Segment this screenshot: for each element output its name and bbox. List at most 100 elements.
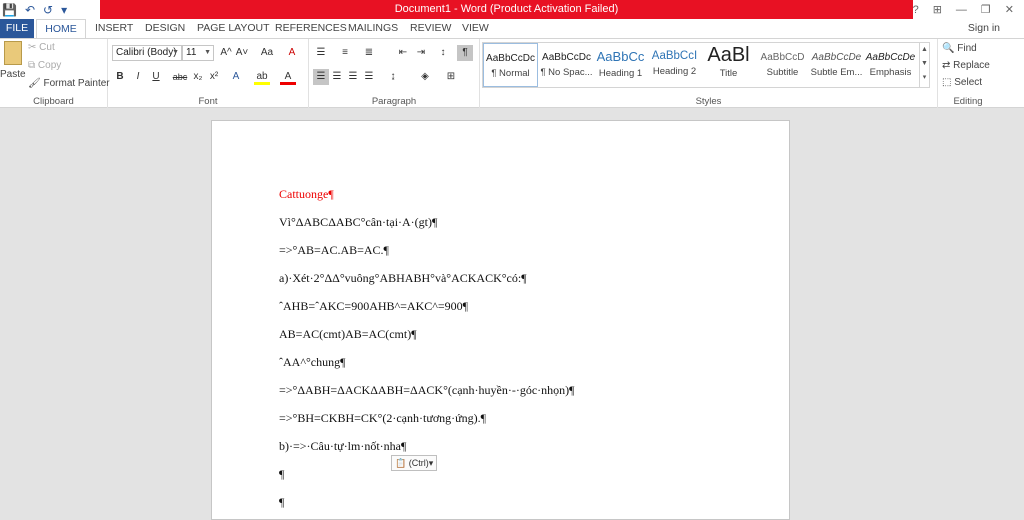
clipboard-icon: 📋 [395, 458, 407, 468]
paste-icon[interactable] [4, 41, 22, 65]
copy-button[interactable]: ⧉ Copy [28, 60, 61, 71]
minimize-button[interactable]: — [956, 4, 967, 16]
borders-icon[interactable]: ⊞ [443, 69, 459, 85]
style-normal[interactable]: AaBbCcDc ¶ Normal [483, 43, 538, 87]
style-subtle-emphasis[interactable]: AaBbCcDe Subtle Em... [809, 43, 864, 87]
save-icon[interactable]: 💾 [2, 3, 17, 17]
doc-line[interactable]: b)·=>·Câu·tự·lm·nốt·nha¶ [279, 439, 406, 454]
font-label: Font [198, 96, 218, 107]
paste-options-button[interactable]: 📋 (Ctrl)▾ [391, 455, 437, 471]
replace-button[interactable]: ⇄ Replace [942, 60, 990, 71]
doc-line[interactable]: =>°ΔABH=ΔACKΔABH=ΔACK°(cạnh·huyền·-·góc·… [279, 383, 575, 398]
doc-line[interactable]: =>°BH=CKBH=CK°(2·cạnh·tương·ứng).¶ [279, 411, 486, 426]
grow-font-button[interactable]: A^ [218, 45, 234, 61]
style-name: Heading 1 [598, 68, 643, 79]
decrease-indent-icon[interactable]: ⇤ [395, 45, 411, 61]
shading-icon[interactable]: ◈ [417, 69, 433, 85]
tab-mailings[interactable]: MAILINGS [348, 19, 398, 38]
subscript-button[interactable]: x₂ [190, 69, 206, 85]
tab-references[interactable]: REFERENCES [275, 19, 347, 38]
bullets-icon[interactable]: ☰ [313, 45, 329, 61]
multilevel-list-icon[interactable]: ≣ [361, 45, 377, 61]
style-no-spacing[interactable]: AaBbCcDc ¶ No Spac... [539, 43, 594, 87]
redo-icon[interactable]: ↺ [43, 3, 53, 17]
sort-icon[interactable]: ↕ [435, 45, 451, 61]
select-button[interactable]: ⬚ Select [942, 77, 982, 88]
clear-formatting-button[interactable]: A [284, 45, 300, 61]
style-preview: AaBbCcDe [865, 52, 916, 63]
font-size-combo[interactable]: 11 ▼ [182, 45, 214, 61]
find-button[interactable]: 🔍 Find [942, 43, 977, 54]
shrink-font-button[interactable]: A˅ [234, 45, 250, 61]
italic-button[interactable]: I [130, 69, 146, 85]
style-heading-2[interactable]: AaBbCcI Heading 2 [647, 43, 702, 87]
style-preview: AaBl [707, 44, 750, 66]
highlight-button[interactable]: ab [254, 69, 270, 85]
window-controls: ? ⊞ — ❐ ✕ [913, 0, 1024, 19]
style-name: Emphasis [869, 67, 912, 78]
style-preview: AaBbCcDc [542, 52, 591, 63]
style-name: Subtitle [766, 67, 799, 78]
tab-home[interactable]: HOME [36, 19, 86, 38]
restore-button[interactable]: ❐ [981, 3, 991, 16]
style-subtitle[interactable]: AaBbCcD Subtitle [755, 43, 810, 87]
align-center-icon[interactable]: ☰ [329, 69, 345, 85]
paste-button[interactable]: Paste [0, 69, 26, 80]
align-right-icon[interactable]: ☰ [345, 69, 361, 85]
document-area[interactable]: Cattuonge¶ Vì°ΔABCΔABC°cân·tại·A·(gt)¶ =… [0, 108, 1024, 520]
doc-line[interactable]: Vì°ΔABCΔABC°cân·tại·A·(gt)¶ [279, 215, 437, 230]
superscript-button[interactable]: x² [206, 69, 222, 85]
doc-line[interactable]: AB=AC(cmt)AB=AC(cmt)¶ [279, 327, 417, 342]
format-painter-button[interactable]: 🖌 Format Painter [28, 78, 110, 89]
chevron-down-icon: ▼ [172, 49, 179, 56]
doc-line[interactable]: ¶ [279, 467, 284, 482]
change-case-button[interactable]: Aa [256, 45, 278, 61]
doc-line[interactable]: ˆAHB=ˆAKC=900AHB^=AKC^=900¶ [279, 299, 468, 314]
style-name: ¶ No Spac... [540, 67, 593, 78]
style-emphasis[interactable]: AaBbCcDe Emphasis [863, 43, 918, 87]
undo-icon[interactable]: ↶ [25, 3, 35, 17]
cut-label: Cut [39, 42, 55, 53]
tab-page-layout[interactable]: PAGE LAYOUT [197, 19, 270, 38]
tab-design[interactable]: DESIGN [145, 19, 185, 38]
customize-qat-icon[interactable]: ▾ [61, 3, 67, 17]
style-preview: AaBbCcDc [486, 53, 535, 64]
align-left-icon[interactable]: ☰ [313, 69, 329, 85]
paste-options-label: (Ctrl)▾ [408, 458, 434, 468]
doc-line[interactable]: ˆAA^°chung¶ [279, 355, 346, 370]
close-button[interactable]: ✕ [1005, 3, 1014, 16]
text-effects-button[interactable]: A [228, 69, 244, 85]
sign-in-link[interactable]: Sign in [968, 19, 1000, 38]
show-hide-button[interactable]: ¶ [457, 45, 473, 61]
font-name-combo[interactable]: Calibri (Body) ▼ [112, 45, 182, 61]
tab-file[interactable]: FILE [0, 19, 34, 38]
doc-line[interactable]: =>°AB=AC.AB=AC.¶ [279, 243, 389, 258]
tab-insert[interactable]: INSERT [95, 19, 133, 38]
increase-indent-icon[interactable]: ⇥ [413, 45, 429, 61]
justify-icon[interactable]: ☰ [361, 69, 377, 85]
style-preview: AaBbCcDe [811, 52, 862, 63]
ribbon-display-options-icon[interactable]: ⊞ [933, 3, 942, 16]
font-color-button[interactable]: A [280, 69, 296, 85]
numbering-icon[interactable]: ≡ [337, 45, 353, 61]
tab-review[interactable]: REVIEW [410, 19, 451, 38]
cut-button[interactable]: ✂ Cut [28, 42, 55, 53]
paragraph-group: ☰ ≡ ≣ ⇤ ⇥ ↕ ¶ ☰ ☰ ☰ ☰ ↨ ◈ ⊞ Paragraph [309, 39, 480, 109]
help-button[interactable]: ? [913, 4, 919, 16]
styles-label: Styles [695, 96, 722, 107]
line-spacing-icon[interactable]: ↨ [385, 69, 401, 85]
styles-scroll[interactable]: ▲ ▼ ▾ [919, 43, 929, 87]
style-name: Subtle Em... [810, 67, 863, 78]
bold-button[interactable]: B [112, 69, 128, 85]
style-name: Heading 2 [652, 66, 697, 77]
tab-view[interactable]: VIEW [462, 19, 489, 38]
doc-line[interactable]: a)·Xét·2°ΔΔ°vuông°ABHABH°và°ACKACK°có:¶ [279, 271, 527, 286]
strikethrough-button[interactable]: abc [170, 69, 190, 85]
doc-line[interactable]: ¶ [279, 495, 284, 510]
style-preview: AaBbCcI [651, 50, 698, 62]
style-title[interactable]: AaBl Title [701, 43, 756, 87]
underline-button[interactable]: U [148, 69, 164, 85]
document-page[interactable]: Cattuonge¶ Vì°ΔABCΔABC°cân·tại·A·(gt)¶ =… [211, 120, 790, 520]
doc-line[interactable]: Cattuonge¶ [279, 187, 334, 202]
style-heading-1[interactable]: AaBbCc Heading 1 [593, 43, 648, 87]
